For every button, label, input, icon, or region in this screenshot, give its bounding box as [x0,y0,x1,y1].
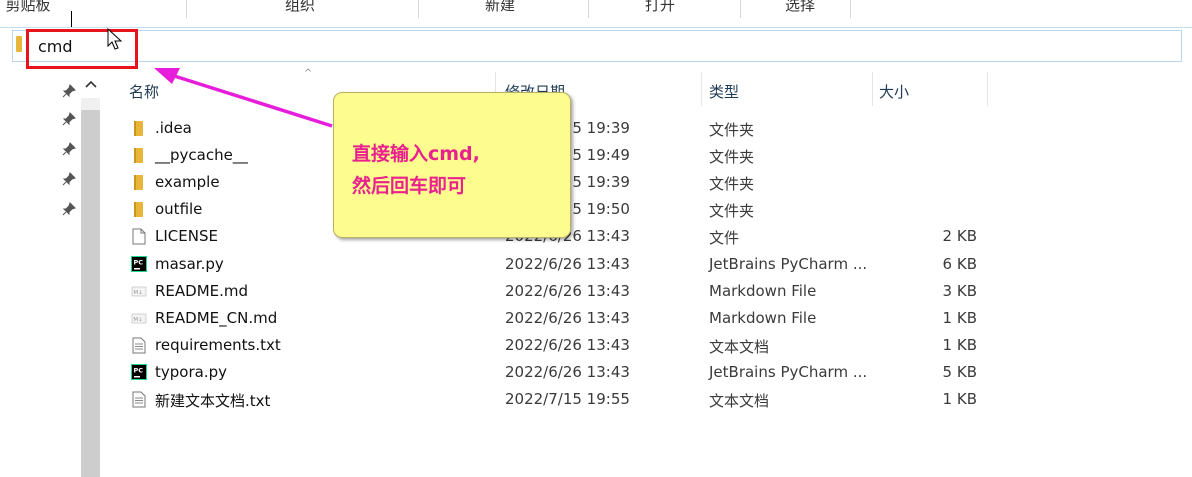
file-name: __pycache__ [155,146,248,165]
blank-file-icon [131,228,147,245]
ribbon-group-open[interactable]: 打开 [610,0,710,16]
folder-icon [131,174,147,191]
file-row[interactable]: __pycache__2022/7/15 19:49文件夹 [0,142,1192,169]
markdown-file-icon: M↓ [131,283,147,300]
file-size: 6 KB [942,254,977,273]
file-row[interactable]: PC masar.py 2022/6/26 13:43 JetBrains PyCha… [0,251,1192,278]
file-name: requirements.txt [155,335,281,354]
file-row[interactable]: requirements.txt 2022/6/26 13:43 文本文档 1 KB [0,332,1192,359]
file-size: 5 KB [942,362,977,381]
ribbon-separator [850,0,851,18]
text-file-icon [131,337,147,354]
file-date: 2022/6/26 13:43 [505,281,630,300]
ribbon-group-select[interactable]: 选择 [760,0,840,16]
annotation-arrow [154,68,333,128]
ribbon-group-organize[interactable]: 组织 [250,0,350,16]
text-file-icon [131,391,147,408]
file-type: JetBrains PyCharm ... [709,254,868,273]
mouse-pointer-icon [107,28,123,50]
file-row[interactable]: M↓ README_CN.md 2022/6/26 13:43 Markdown Fi… [0,305,1192,332]
file-size: 1 KB [942,390,977,408]
file-date: 2022/7/15 19:55 [505,390,630,408]
markdown-file-icon: M↓ [131,310,147,327]
file-date: 2022/6/26 13:43 [505,335,630,354]
folder-icon [131,147,147,164]
file-size: 1 KB [942,308,977,327]
file-type: 文本文档 [709,392,770,410]
file-size: 3 KB [942,281,977,300]
pin-icon[interactable] [62,84,76,98]
file-name: outfile [155,200,203,219]
file-name: README.md [155,281,249,300]
file-row[interactable]: PC typora.py 2022/6/26 13:43 JetBrains PyCh… [0,359,1192,386]
file-type: 文件夹 [709,202,755,221]
file-date: 2022/6/26 13:43 [505,362,630,381]
svg-text:M↓: M↓ [133,316,142,323]
file-type: 文件夹 [709,148,755,167]
column-header-type-label: 类型 [709,83,740,101]
callout-line-2: 然后回车即可 [352,175,467,197]
ribbon: 剪贴板 组织 新建 打开 选择 [0,0,1192,22]
folder-icon [131,201,147,218]
ribbon-separator [740,0,741,18]
annotation-callout: 直接输入cmd, 然后回车即可 [333,92,571,238]
file-type: Markdown File [709,308,817,327]
file-row[interactable]: example2022/7/15 19:39文件夹 [0,169,1192,196]
svg-text:PC: PC [134,366,144,374]
file-date: 2022/6/26 13:43 [505,308,630,327]
ribbon-separator [186,0,187,18]
file-type: 文件 [709,229,740,248]
file-row[interactable]: M↓ README.md 2022/6/26 13:43 Markdown File 3… [0,278,1192,305]
file-name: masar.py [155,254,224,273]
folder-icon [16,36,22,52]
svg-text:M↓: M↓ [133,289,142,296]
file-type: JetBrains PyCharm ... [709,362,868,381]
file-type: 文本文档 [709,337,770,356]
file-size: 1 KB [942,335,977,354]
column-header-type[interactable]: 类型 [702,72,872,106]
callout-line-1: 直接输入cmd, [352,143,480,165]
ribbon-separator [588,0,589,18]
ribbon-group-new[interactable]: 新建 [450,0,550,16]
file-name: LICENSE [155,227,218,246]
file-date: 2022/6/26 13:43 [505,254,630,273]
file-row[interactable]: outfile2022/7/15 19:50文件夹 [0,196,1192,223]
pycharm-file-icon: PC [131,255,147,273]
file-type: 文件夹 [709,121,755,139]
file-name: typora.py [155,362,227,381]
ribbon-separator [418,0,419,18]
file-name: example [155,173,220,192]
ribbon-group-clipboard[interactable]: 剪贴板 [0,0,56,16]
pycharm-file-icon: PC [131,363,147,381]
column-separator[interactable] [987,72,988,106]
file-type: 文件夹 [709,175,755,194]
svg-text:PC: PC [134,258,144,266]
scroll-up-icon[interactable] [84,78,98,92]
file-row[interactable]: LICENSE 2022/6/26 13:43 文件 2 KB [0,223,1192,250]
column-header-size[interactable]: 大小 [873,72,987,106]
file-size: 2 KB [942,227,977,246]
file-name: README_CN.md [155,308,278,327]
column-header-size-label: 大小 [879,83,910,101]
file-name: 新建文本文档.txt [155,392,271,410]
file-row[interactable]: 新建文本文档.txt 2022/7/15 19:55 文本文档 1 KB [0,386,1192,413]
text-caret [71,11,72,27]
file-type: Markdown File [709,281,817,300]
